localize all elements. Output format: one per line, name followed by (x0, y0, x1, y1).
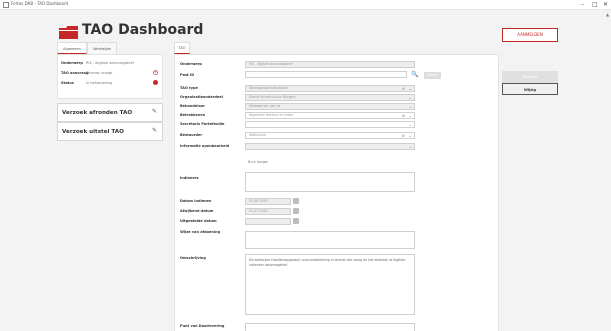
field-label-informatie-openbaarheid: Informatie openbaarheid (180, 144, 230, 148)
info-key: Status (61, 81, 74, 85)
field-label-tao-type: TAO type (180, 86, 198, 90)
folder-logo-icon (59, 26, 78, 39)
wijze-van-afdoening-textarea[interactable] (245, 231, 415, 249)
field-label-afwijkend-datum: Afwijkend datum (180, 209, 214, 213)
wijzig-button[interactable]: Wijzig (502, 83, 558, 95)
calendar-icon[interactable] (293, 218, 299, 224)
select-value: Wethouder (249, 133, 267, 137)
app-icon (3, 2, 9, 8)
info-key: TAO aanvraag (61, 71, 89, 75)
tao-type-select[interactable]: Toezeggingen/afspraken ⊗ ⌄ (245, 85, 415, 92)
select-value: Dienst Infrastructuur Burgers (249, 95, 296, 99)
window-title: Fortes DAB - TAO Dashboard (11, 1, 69, 6)
select-value: Toezeggingen/afspraken (249, 86, 288, 90)
field-label-datum-indienen: Datum indienen (180, 199, 212, 203)
close-icon[interactable]: ✕ (603, 1, 608, 8)
afronden-button[interactable]: Afronden (502, 71, 558, 83)
select-value: Medewerker van de (249, 104, 281, 108)
info-value: In behandeling (86, 81, 113, 85)
post-id-input[interactable] (245, 71, 407, 78)
indieners-textarea[interactable] (245, 172, 415, 192)
omschrijving-textarea[interactable]: De werkwijze Hoofdonopgavaph rond ontwik… (245, 254, 415, 315)
chevron-down-icon[interactable]: ⌄ (409, 122, 412, 127)
alarm-clock-icon (153, 70, 158, 75)
bestuurder-select[interactable]: Wethouder ⊗ ⌄ (245, 132, 415, 139)
field-label-secretaris-portefeuille: Secretaris Portefeuille (180, 122, 225, 126)
field-label-uitgestelde-datum: Uitgestelde datum (180, 219, 217, 223)
betrokkenen-select[interactable]: Algemeen Bestuur en leden ⊗ ⌄ (245, 112, 415, 119)
calendar-icon[interactable] (293, 208, 299, 214)
select-value: Algemeen Bestuur en leden (249, 113, 294, 117)
chevron-down-icon[interactable]: ⌄ (409, 113, 412, 118)
window-titlebar: Fortes DAB - TAO Dashboard – □ ✕ (0, 0, 611, 10)
field-label-omschrijving: Omschrijving (180, 256, 206, 260)
verzoek-uitstel-card[interactable]: Verzoek uitstel TAO ✎ (57, 122, 163, 141)
datum-indienen-input[interactable]: 01-06-2020 (245, 198, 291, 205)
tab-werkwijze[interactable]: Werkwijze (87, 42, 117, 54)
status-indicator-icon (153, 80, 158, 85)
header-action-button[interactable]: AANMELDEN (502, 28, 558, 42)
pencil-icon[interactable]: ✎ (152, 127, 157, 134)
chevron-down-icon[interactable]: ⌄ (409, 86, 412, 91)
chevron-down-icon[interactable]: ⌄ (409, 133, 412, 138)
tab-tao[interactable]: TAO (174, 42, 190, 54)
info-row-status: Status In behandeling (61, 79, 161, 88)
organisatieonderdeel-select[interactable]: Dienst Infrastructuur Burgers ⌄ (245, 94, 415, 101)
field-label-behandelaar: Behandelaar (180, 104, 205, 108)
info-row-tao-aanvraag: TAO aanvraag Thomas vraagt (61, 69, 161, 78)
chevron-down-icon[interactable]: ⌄ (409, 104, 412, 109)
nvt-burger-text: N.v.t. burger (245, 160, 290, 167)
left-tabs: Algemeen Werkwijze (57, 42, 167, 54)
action-card-label: Verzoek afronden TAO (62, 110, 133, 116)
tao-info-card: Onderwerp RIS - digitale aanvraagbrief T… (57, 54, 163, 99)
minimize-icon[interactable]: – (581, 1, 584, 8)
info-key: Onderwerp (61, 61, 83, 65)
field-label-betrokkenen: Betrokkenen (180, 113, 206, 117)
onderwerp-field: RIS - digitale aanvraagbrief (245, 61, 415, 68)
field-label-bestuurder: Bestuurder (180, 133, 203, 137)
field-label-post-id: Post ID (180, 73, 195, 77)
clear-icon[interactable]: ⊗ (402, 113, 405, 118)
calendar-icon[interactable] (293, 198, 299, 204)
field-label-punt-van-doorlevering: Punt van Doorlevering (180, 324, 225, 328)
info-value: Thomas vraagt (86, 71, 113, 75)
info-value: RIS - digitale aanvraagbrief (86, 61, 134, 65)
field-label-indieners: Indieners (180, 176, 199, 180)
field-label-wijze-van-afdoening: Wijze van afdoening (180, 230, 221, 234)
uitgestelde-datum-input[interactable] (245, 218, 291, 225)
field-label-onderwerp: Onderwerp (180, 62, 202, 66)
page-header: TAO Dashboard AANMELDEN (0, 10, 611, 42)
info-row-onderwerp: Onderwerp RIS - digitale aanvraagbrief (61, 59, 161, 68)
zoeken-button[interactable]: Zoeken (424, 72, 441, 79)
behandelaar-select[interactable]: Medewerker van de ⌄ (245, 103, 415, 110)
page-title: TAO Dashboard (82, 22, 204, 38)
field-label-organisatieonderdeel: Organisatieonderdeel (180, 95, 223, 99)
pencil-icon[interactable]: ✎ (152, 108, 157, 115)
vertical-scrollbar[interactable] (604, 10, 611, 331)
chevron-down-icon[interactable]: ⌄ (409, 144, 412, 149)
tab-algemeen[interactable]: Algemeen (57, 42, 87, 54)
clear-icon[interactable]: ⊗ (402, 133, 405, 138)
search-icon[interactable]: 🔍 (411, 71, 418, 78)
informatie-openbaarheid-select[interactable]: ⌄ (245, 143, 415, 150)
action-card-label: Verzoek uitstel TAO (62, 129, 124, 135)
punt-van-doorlevering-input[interactable] (245, 323, 415, 331)
clear-icon[interactable]: ⊗ (402, 86, 405, 91)
tao-form: Onderwerp RIS - digitale aanvraagbrief P… (174, 54, 499, 331)
verzoek-afronden-card[interactable]: Verzoek afronden TAO ✎ (57, 103, 163, 122)
maximize-icon[interactable]: □ (592, 1, 598, 8)
secretaris-portefeuille-select[interactable]: ⌄ (245, 121, 415, 128)
scroll-up-icon[interactable]: ▲ (606, 12, 609, 17)
chevron-down-icon[interactable]: ⌄ (409, 95, 412, 100)
afwijkend-datum-input[interactable]: 01-07-2020 (245, 208, 291, 215)
